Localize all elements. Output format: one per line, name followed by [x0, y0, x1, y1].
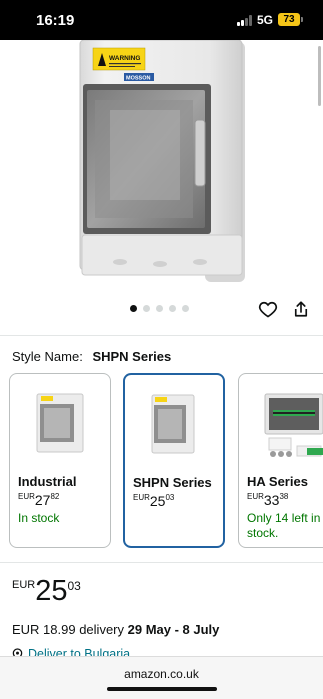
- image-gallery-dots[interactable]: [130, 305, 189, 313]
- home-indicator[interactable]: [107, 687, 217, 691]
- variant-price: EUR3338: [247, 492, 289, 508]
- share-icon[interactable]: [292, 299, 310, 319]
- variant-card-shpn-series[interactable]: SHPN Series EUR2503: [123, 373, 225, 548]
- status-time: 16:19: [36, 12, 75, 29]
- gallery-dot[interactable]: [143, 305, 150, 312]
- variant-price: EUR2782: [18, 492, 60, 508]
- heart-icon[interactable]: [258, 299, 278, 319]
- gallery-dot[interactable]: [156, 305, 163, 312]
- variant-card-ha-series[interactable]: HA Series EUR3338 Only 14 left in stock.: [238, 373, 323, 548]
- brand-label: MOSSON: [126, 76, 150, 82]
- electrical-enclosure-image: WARNING MOSSON: [79, 39, 245, 282]
- style-name-value: SHPN Series: [92, 349, 172, 364]
- style-name-label: Style Name:: [12, 349, 83, 364]
- status-bar: 16:19 5G 73: [0, 0, 323, 40]
- url-text[interactable]: amazon.co.uk: [0, 667, 323, 681]
- variant-name: Industrial: [18, 474, 77, 489]
- gallery-dot[interactable]: [130, 305, 137, 312]
- variant-stock: In stock: [18, 511, 60, 525]
- gallery-dot[interactable]: [182, 305, 189, 312]
- delivery-cost: EUR 18.99 delivery: [12, 622, 124, 637]
- page-scrollbar[interactable]: [318, 46, 321, 106]
- variant-name: SHPN Series: [133, 475, 212, 490]
- warning-label: WARNING: [109, 55, 140, 62]
- browser-address-bar[interactable]: amazon.co.uk: [0, 656, 323, 699]
- gallery-dot[interactable]: [169, 305, 176, 312]
- battery-tip: [301, 17, 303, 22]
- delivery-info: EUR 18.99 delivery 29 May - 8 July: [12, 622, 219, 637]
- product-image[interactable]: WARNING MOSSON: [0, 39, 323, 295]
- variant-thumbnail: [264, 393, 323, 457]
- style-name-row: Style Name: SHPN Series: [12, 349, 171, 364]
- variant-stock: Only 14 left in stock.: [247, 511, 321, 540]
- variant-name: HA Series: [247, 474, 308, 489]
- variant-card-industrial[interactable]: Industrial EUR2782 In stock: [9, 373, 111, 548]
- network-type: 5G: [257, 13, 274, 27]
- product-price: EUR2503: [12, 575, 81, 607]
- variant-thumbnail: [36, 393, 84, 453]
- variant-thumbnail: [151, 394, 195, 454]
- section-divider: [0, 335, 323, 336]
- battery-icon: 73: [278, 13, 300, 26]
- delivery-dates: 29 May - 8 July: [127, 622, 220, 637]
- variant-price: EUR2503: [133, 493, 175, 509]
- section-divider: [0, 562, 323, 563]
- signal-icon: [237, 15, 253, 26]
